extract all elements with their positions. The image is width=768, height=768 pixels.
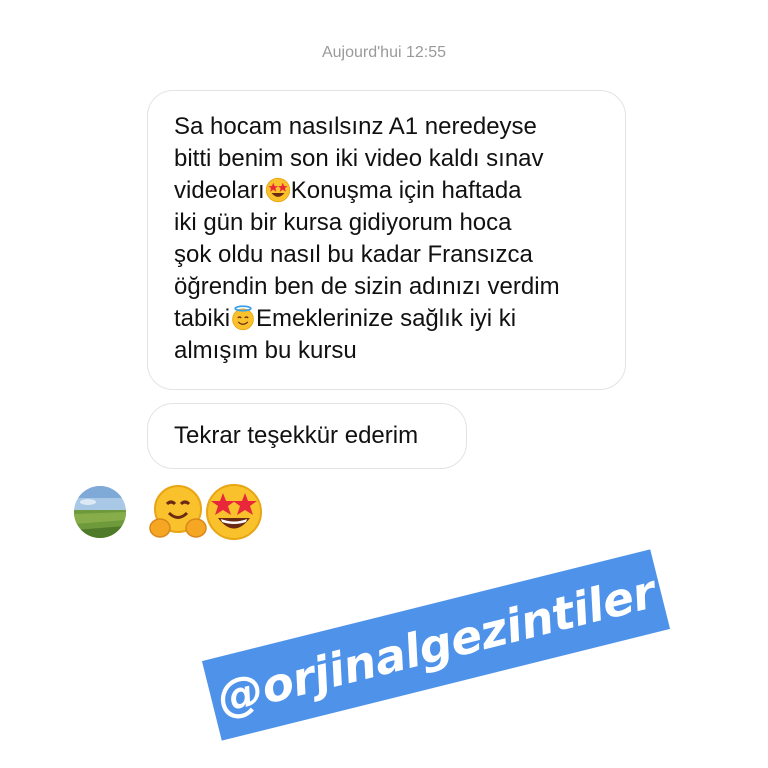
star-struck-icon[interactable] xyxy=(204,482,264,542)
message-line: videoları Konuşma için haftada xyxy=(174,175,599,207)
message-text: Emeklerinize sağlık iyi ki xyxy=(256,305,517,332)
message-line: almışım bu kursu xyxy=(174,337,357,364)
landscape-icon xyxy=(74,486,126,538)
message-bubble[interactable]: Sa hocam nasılsınz A1 neredeyse bitti be… xyxy=(147,90,626,390)
star-struck-icon xyxy=(265,177,290,203)
message-line: Tekrar teşekkür ederim xyxy=(174,422,419,449)
username-sticker: @orjinalgezintiler xyxy=(201,549,671,741)
message-text: videoları xyxy=(174,177,265,204)
message-line: şok oldu nasıl bu kadar Fransızca xyxy=(174,241,533,268)
message-line: iki gün bir kursa gidiyorum hoca xyxy=(174,209,512,236)
message-timestamp: Aujourd'hui 12:55 xyxy=(321,44,447,61)
hugging-face-icon[interactable] xyxy=(148,482,208,542)
message-text: Konuşma için haftada xyxy=(290,177,522,204)
message-line: bitti benim son iki video kaldı sınav xyxy=(174,145,544,172)
message-line: Sa hocam nasılsınz A1 neredeyse xyxy=(174,113,537,140)
sticker-handle: @orjinalgezintiler xyxy=(211,564,661,726)
message-line: tabiki Emeklerinize sağlık iyi ki xyxy=(174,303,599,335)
avatar[interactable] xyxy=(74,486,126,538)
smiling-halo-icon xyxy=(232,305,254,331)
message-text: tabiki xyxy=(174,305,231,332)
message-line: öğrendin ben de sizin adınızı verdim xyxy=(174,273,560,300)
message-bubble[interactable]: Tekrar teşekkür ederim xyxy=(147,403,467,469)
